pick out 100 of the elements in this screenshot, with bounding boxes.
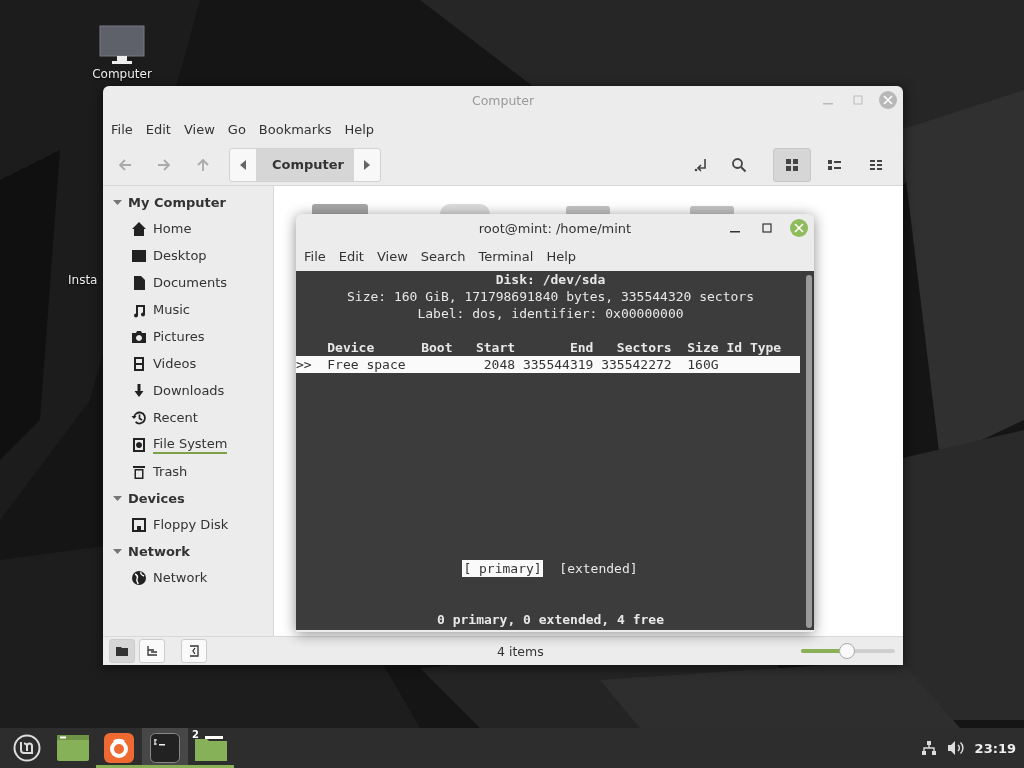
sidebar-heading[interactable]: Network xyxy=(128,543,190,559)
grid-icon xyxy=(785,157,799,172)
mint-logo-icon xyxy=(13,734,41,762)
sidebar-item[interactable]: Music xyxy=(153,302,190,317)
sidebar-item[interactable]: Trash xyxy=(153,464,188,479)
floppy-icon xyxy=(131,516,147,533)
table-cell-text: 2048 xyxy=(482,356,516,373)
minimize-icon xyxy=(823,103,833,105)
terminal-icon xyxy=(150,733,180,763)
menu-item[interactable]: Help xyxy=(344,121,384,137)
maximize-icon xyxy=(853,95,863,105)
sidebar-item[interactable]: Network xyxy=(153,570,208,585)
desktop-icon-label[interactable]: Computer xyxy=(92,67,152,81)
desktop-icon xyxy=(57,735,89,761)
desktop-icon xyxy=(131,247,147,264)
pictures-icon xyxy=(131,328,147,345)
terminal-status: 0 primary, 0 extended, 4 free xyxy=(437,612,664,627)
sidebar-item[interactable]: Recent xyxy=(153,410,198,425)
volume-icon[interactable] xyxy=(946,740,965,756)
tree-button[interactable] xyxy=(139,639,165,663)
caret-right-icon xyxy=(364,159,370,170)
taskbar-app-button[interactable] xyxy=(142,728,188,768)
tree-icon xyxy=(146,646,158,656)
menu-item[interactable]: View xyxy=(376,249,417,264)
window-title: Computer xyxy=(471,92,535,108)
column-header: End xyxy=(568,339,594,356)
window-count: 2 xyxy=(192,729,199,740)
menu-item[interactable]: View xyxy=(183,121,224,137)
expander-icon[interactable] xyxy=(113,546,122,556)
desktop-icon-label[interactable]: Insta xyxy=(68,273,98,287)
expander-icon[interactable] xyxy=(113,197,122,207)
zoom-slider[interactable] xyxy=(801,643,895,659)
location-toggle-icon[interactable] xyxy=(693,156,709,173)
expander-icon[interactable] xyxy=(113,493,122,503)
terminal-text: Label: dos, identifier: 0x00000000 xyxy=(417,306,684,321)
menu-item[interactable]: Edit xyxy=(145,121,180,137)
places-button[interactable] xyxy=(109,639,135,663)
trash-icon xyxy=(131,463,147,480)
documents-icon xyxy=(131,274,147,291)
menu-item[interactable]: File xyxy=(111,121,142,137)
menu-item[interactable]: Search xyxy=(420,249,475,264)
hide-sidebar-button[interactable] xyxy=(181,639,207,663)
column-header: Sectors xyxy=(615,339,672,356)
videos-icon xyxy=(131,355,147,372)
sidebar-item[interactable]: Floppy Disk xyxy=(153,517,229,532)
sidebar-item[interactable]: Home xyxy=(153,221,192,236)
table-cell-text: 335542272 xyxy=(600,356,672,373)
folder-icon xyxy=(116,646,128,656)
caret-left-icon xyxy=(240,159,246,170)
taskbar-app-button[interactable]: 2 xyxy=(188,728,234,768)
partition-row[interactable]: >> Free space 2048 335544319 335542272 160G xyxy=(296,356,800,373)
column-header: Boot xyxy=(421,339,454,356)
sidebar-heading[interactable]: Devices xyxy=(128,490,185,506)
network-icon xyxy=(131,569,147,586)
column-header: Device xyxy=(327,339,376,356)
recent-icon xyxy=(131,409,147,426)
sidebar-heading[interactable]: My Computer xyxy=(128,194,226,210)
sidebar-item[interactable]: Desktop xyxy=(153,248,207,263)
menu-item[interactable]: Go xyxy=(227,121,255,137)
compact-list-icon xyxy=(869,157,883,172)
menu-item[interactable]: Terminal xyxy=(478,249,543,264)
status-text: 4 items xyxy=(497,643,544,659)
sidebar-item[interactable]: Documents xyxy=(153,275,228,290)
table-cell-text: Free space xyxy=(327,356,407,373)
sidebar-item[interactable]: File System xyxy=(153,435,228,451)
terminal-text: Disk: /dev/sda xyxy=(495,272,606,287)
close-icon xyxy=(794,223,804,233)
table-cell-text: 335544319 xyxy=(521,356,594,373)
column-header: Id xyxy=(726,339,744,356)
terminal-button[interactable]: [ primary] xyxy=(462,560,543,577)
scrollbar[interactable] xyxy=(806,275,812,628)
sidebar-toggle-icon xyxy=(189,645,199,657)
minimize-icon xyxy=(730,231,740,233)
column-header: Start xyxy=(474,339,516,356)
column-header: Type xyxy=(749,339,782,356)
sidebar-item[interactable]: Downloads xyxy=(153,383,225,398)
search-icon[interactable] xyxy=(731,156,747,173)
row-marker: >> xyxy=(296,356,313,373)
menu-item[interactable]: Help xyxy=(546,249,586,264)
menu-item[interactable]: Edit xyxy=(338,249,373,264)
column-header: Size xyxy=(686,339,720,356)
sidebar-item[interactable]: Pictures xyxy=(153,329,205,344)
close-icon xyxy=(883,95,893,105)
browser-icon xyxy=(104,733,134,763)
sidebar-item[interactable]: Videos xyxy=(153,356,197,371)
terminal-button[interactable]: [extended] xyxy=(558,560,639,577)
terminal-text: Size: 160 GiB, 171798691840 bytes, 335544320 sectors xyxy=(347,289,754,304)
network-icon[interactable] xyxy=(920,740,937,756)
menu-item[interactable]: Bookmarks xyxy=(258,121,341,137)
table-cell-text: 160G xyxy=(686,356,720,373)
window-title: root@mint: /home/mint xyxy=(478,220,632,236)
icon-view-button[interactable] xyxy=(773,147,811,182)
path-button[interactable]: Computer xyxy=(256,148,354,181)
clock[interactable]: 23:19 xyxy=(974,740,1016,756)
monitor-icon[interactable] xyxy=(99,25,145,65)
home-icon xyxy=(131,220,147,237)
maximize-icon xyxy=(762,223,772,233)
menu-item[interactable]: File xyxy=(304,249,335,264)
filesystem-icon xyxy=(131,436,147,453)
list-icon xyxy=(827,157,841,172)
